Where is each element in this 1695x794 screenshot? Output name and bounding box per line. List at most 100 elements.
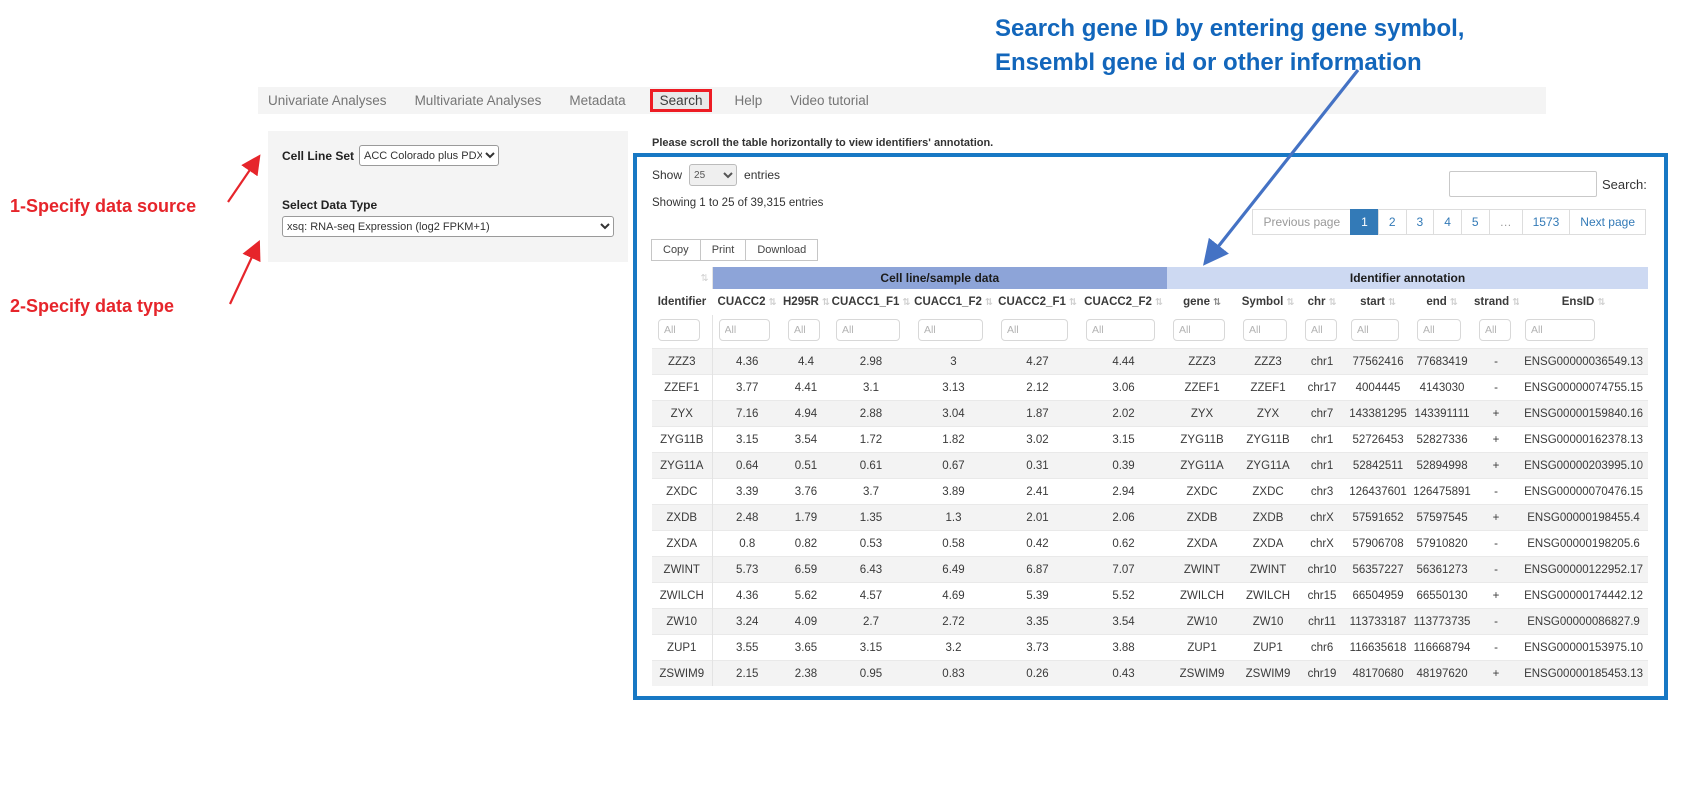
table-row-zzef1[interactable]: ZZEF13.774.413.13.132.123.06ZZEF1ZZEF1ch…	[652, 375, 1648, 401]
cell-h295r: 0.51	[782, 453, 830, 479]
cell-end: 57597545	[1411, 505, 1473, 531]
filter-input-cuacc2[interactable]	[719, 319, 771, 341]
table-row-zxdc[interactable]: ZXDC3.393.763.73.892.412.94ZXDCZXDCchr31…	[652, 479, 1648, 505]
data-type-select[interactable]: xsq: RNA-seq Expression (log2 FPKM+1)	[282, 216, 614, 237]
download-button[interactable]: Download	[745, 239, 818, 261]
column-header-gene[interactable]: gene⇅	[1167, 289, 1237, 315]
table-row-zwint[interactable]: ZWINT5.736.596.436.496.877.07ZWINTZWINTc…	[652, 557, 1648, 583]
filter-input-cuacc2-f1[interactable]	[1001, 319, 1068, 341]
sort-icon[interactable]: ⇅	[1213, 297, 1221, 308]
table-row-zwilch[interactable]: ZWILCH4.365.624.574.695.395.52ZWILCHZWIL…	[652, 583, 1648, 609]
cell-start: 113733187	[1345, 609, 1411, 635]
copy-button[interactable]: Copy	[651, 239, 701, 261]
cell-chr: chr15	[1299, 583, 1345, 609]
sort-icon[interactable]: ⇅	[1512, 297, 1519, 308]
cell-cuacc1-f1: 3.15	[830, 635, 912, 661]
table-row-zzz3[interactable]: ZZZ34.364.42.9834.274.44ZZZ3ZZZ3chr17756…	[652, 349, 1648, 375]
cell-gene: ZW10	[1167, 609, 1237, 635]
filter-input-chr[interactable]	[1305, 319, 1337, 341]
filter-cell-cuacc1-f2	[912, 315, 995, 349]
sort-icon[interactable]: ⇅	[1597, 297, 1605, 308]
table-row-zup1[interactable]: ZUP13.553.653.153.23.733.88ZUP1ZUP1chr61…	[652, 635, 1648, 661]
nav-item-search[interactable]: Search	[650, 89, 713, 112]
cell-line-set-select[interactable]: ACC Colorado plus PDX	[359, 145, 499, 166]
sort-icon[interactable]: ⇅	[1069, 297, 1077, 308]
sort-icon[interactable]: ⇅	[1329, 297, 1337, 308]
table-row-zyg11b[interactable]: ZYG11B3.153.541.721.823.023.15ZYG11BZYG1…	[652, 427, 1648, 453]
sort-icon[interactable]: ⇅	[701, 273, 709, 284]
sort-icon[interactable]: ⇅	[1286, 297, 1294, 308]
cell-cuacc2-f2: 2.06	[1080, 505, 1167, 531]
page-button-1[interactable]: 1	[1350, 209, 1379, 235]
nav-item-metadata[interactable]: Metadata	[569, 93, 625, 108]
table-row-zyx[interactable]: ZYX7.164.942.883.041.872.02ZYXZYXchr7143…	[652, 401, 1648, 427]
table-row-zyg11a[interactable]: ZYG11A0.640.510.610.670.310.39ZYG11AZYG1…	[652, 453, 1648, 479]
cell-chr: chrX	[1299, 531, 1345, 557]
sort-icon[interactable]: ⇅	[822, 297, 830, 308]
identifier-sort-cell[interactable]: ⇅	[652, 267, 712, 289]
table-row-zxdb[interactable]: ZXDB2.481.791.351.32.012.06ZXDBZXDBchrX5…	[652, 505, 1648, 531]
cell-cuacc2: 5.73	[712, 557, 782, 583]
column-header-strand[interactable]: strand⇅	[1473, 289, 1519, 315]
nav-item-video-tutorial[interactable]: Video tutorial	[790, 93, 869, 108]
column-header-h295r[interactable]: H295R⇅	[782, 289, 830, 315]
cell-start: 57906708	[1345, 531, 1411, 557]
table-row-zswim9[interactable]: ZSWIM92.152.380.950.830.260.43ZSWIM9ZSWI…	[652, 661, 1648, 687]
cell-strand: +	[1473, 661, 1519, 687]
sort-icon[interactable]: ⇅	[1155, 297, 1163, 308]
column-header-cuacc2[interactable]: CUACC2⇅	[712, 289, 782, 315]
cell-cuacc2: 7.16	[712, 401, 782, 427]
search-input[interactable]	[1449, 171, 1597, 197]
column-header-end[interactable]: end⇅	[1411, 289, 1473, 315]
cell-strand: -	[1473, 349, 1519, 375]
previous-page-button[interactable]: Previous page	[1252, 209, 1351, 235]
next-page-button[interactable]: Next page	[1569, 209, 1646, 235]
sort-icon[interactable]: ⇅	[1450, 297, 1458, 308]
column-header-chr[interactable]: chr⇅	[1299, 289, 1345, 315]
filter-input-gene[interactable]	[1173, 319, 1225, 341]
filter-input-strand[interactable]	[1479, 319, 1511, 341]
filter-input-end[interactable]	[1417, 319, 1461, 341]
print-button[interactable]: Print	[700, 239, 747, 261]
nav-item-univariate-analyses[interactable]: Univariate Analyses	[268, 93, 387, 108]
filter-input-h295r[interactable]	[788, 319, 820, 341]
filter-input-cuacc1-f2[interactable]	[918, 319, 983, 341]
filter-input-symbol[interactable]	[1243, 319, 1287, 341]
sort-icon[interactable]: ⇅	[985, 297, 993, 308]
nav-item-multivariate-analyses[interactable]: Multivariate Analyses	[415, 93, 542, 108]
page-length-select[interactable]: 25	[689, 164, 737, 186]
filter-input-cuacc2-f2[interactable]	[1086, 319, 1155, 341]
table-row-zxda[interactable]: ZXDA0.80.820.530.580.420.62ZXDAZXDAchrX5…	[652, 531, 1648, 557]
cell-start: 66504959	[1345, 583, 1411, 609]
filter-input-ensid[interactable]	[1525, 319, 1595, 341]
page-button-5[interactable]: 5	[1461, 209, 1490, 235]
page-button-4[interactable]: 4	[1433, 209, 1462, 235]
page-button-3[interactable]: 3	[1406, 209, 1435, 235]
cell-chr: chr17	[1299, 375, 1345, 401]
page-button-1573[interactable]: 1573	[1522, 209, 1571, 235]
cell-end: 77683419	[1411, 349, 1473, 375]
column-header-cuacc1-f1[interactable]: CUACC1_F1⇅	[830, 289, 912, 315]
sort-icon[interactable]: ⇅	[768, 297, 776, 308]
column-header-cuacc1-f2[interactable]: CUACC1_F2⇅	[912, 289, 995, 315]
column-header-ensid[interactable]: EnsID⇅	[1519, 289, 1648, 315]
cell-cuacc1-f2: 3.89	[912, 479, 995, 505]
filter-input-cuacc1-f1[interactable]	[836, 319, 900, 341]
column-header-label: CUACC1_F1	[832, 296, 900, 308]
page-button-2[interactable]: 2	[1378, 209, 1407, 235]
column-header-symbol[interactable]: Symbol⇅	[1237, 289, 1299, 315]
sort-icon[interactable]: ⇅	[1388, 297, 1396, 308]
column-header-cuacc2-f1[interactable]: CUACC2_F1⇅	[995, 289, 1080, 315]
column-header-cuacc2-f2[interactable]: CUACC2_F2⇅	[1080, 289, 1167, 315]
cell-cuacc2: 4.36	[712, 349, 782, 375]
cell-symbol: ZUP1	[1237, 635, 1299, 661]
cell-cuacc2: 3.24	[712, 609, 782, 635]
column-header-identifier[interactable]: Identifier	[652, 289, 712, 315]
table-row-zw10[interactable]: ZW103.244.092.72.723.353.54ZW10ZW10chr11…	[652, 609, 1648, 635]
nav-item-help[interactable]: Help	[734, 93, 762, 108]
filter-input-start[interactable]	[1351, 319, 1399, 341]
cell-end: 57910820	[1411, 531, 1473, 557]
filter-input-identifier[interactable]	[658, 319, 700, 341]
sort-icon[interactable]: ⇅	[902, 297, 910, 308]
column-header-start[interactable]: start⇅	[1345, 289, 1411, 315]
